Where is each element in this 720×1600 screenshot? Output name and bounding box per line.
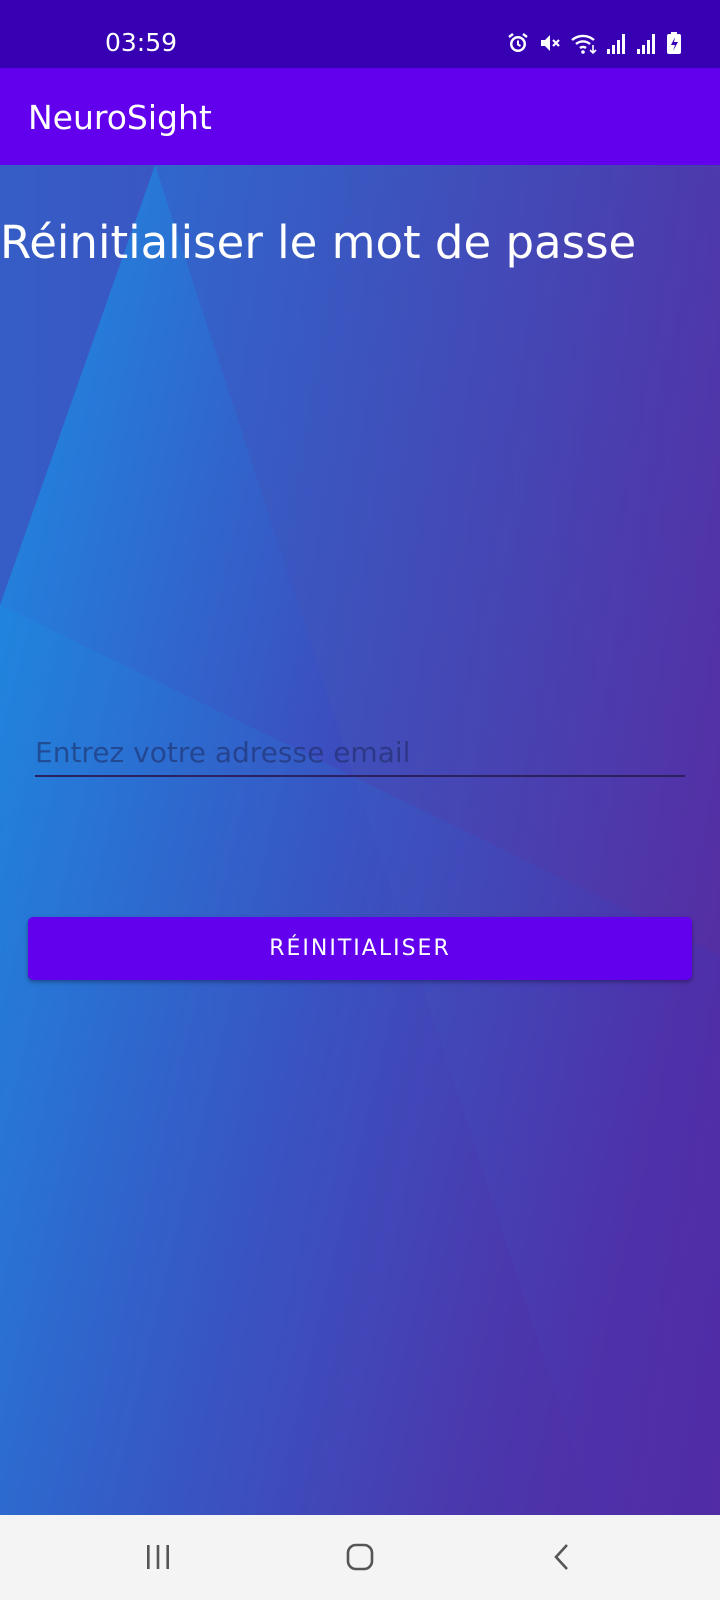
status-time: 03:59 (105, 28, 178, 57)
status-bar: 03:59 (0, 0, 720, 68)
mute-icon (538, 31, 562, 55)
reset-password-screen: Réinitialiser le mot de passe RÉINITIALI… (0, 165, 720, 1515)
app-title: NeuroSight (28, 98, 212, 137)
email-input[interactable] (35, 730, 685, 777)
navigation-bar (0, 1515, 720, 1600)
page-title: Réinitialiser le mot de passe (0, 216, 637, 269)
reset-button[interactable]: RÉINITIALISER (28, 917, 692, 980)
background-gradient (0, 165, 720, 1515)
alarm-icon (506, 31, 530, 55)
recent-apps-icon[interactable] (133, 1535, 183, 1579)
signal-icon (636, 31, 658, 55)
back-icon[interactable] (537, 1535, 587, 1579)
battery-charging-icon (666, 31, 682, 55)
status-icons (506, 30, 682, 56)
home-icon[interactable] (335, 1535, 385, 1579)
signal-icon (606, 31, 628, 55)
app-bar: NeuroSight (0, 68, 720, 165)
wifi-icon (570, 31, 598, 55)
